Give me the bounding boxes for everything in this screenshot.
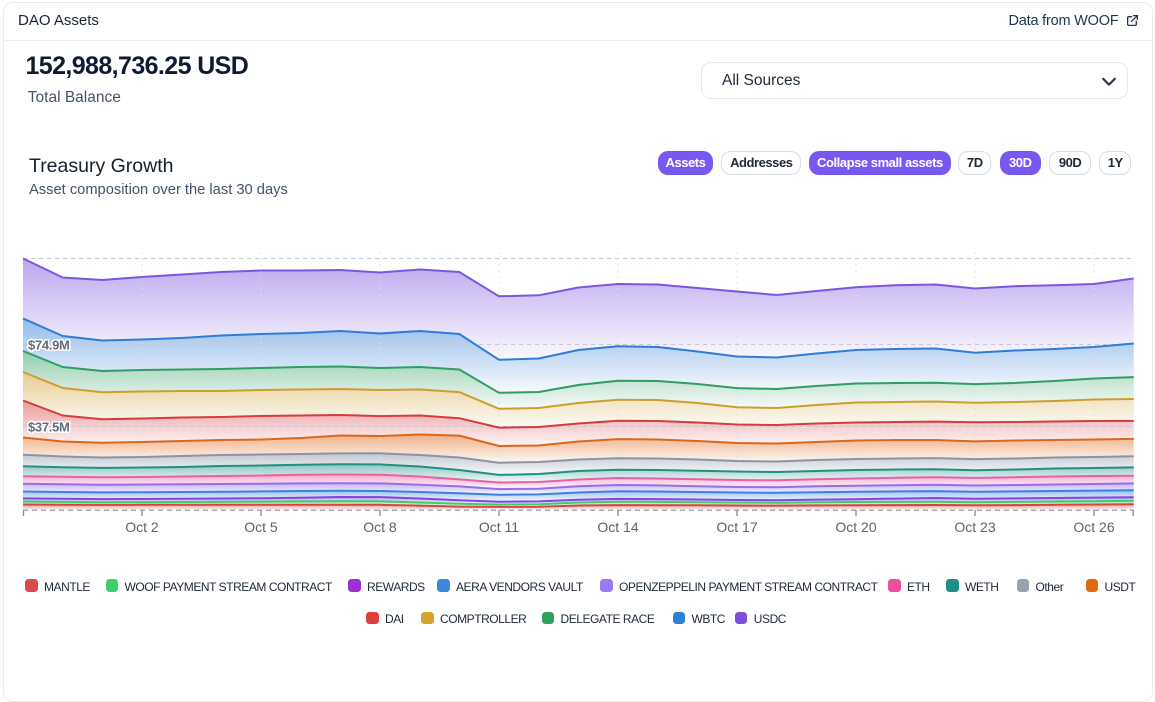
svg-text:Oct 20: Oct 20 [835, 519, 876, 535]
svg-text:Oct 5: Oct 5 [244, 519, 278, 535]
svg-text:Oct 26: Oct 26 [1073, 519, 1114, 535]
svg-text:Oct 17: Oct 17 [716, 519, 757, 535]
svg-text:$37.5M: $37.5M [28, 420, 70, 435]
svg-text:Oct 11: Oct 11 [479, 519, 519, 535]
svg-text:Oct 8: Oct 8 [363, 519, 397, 535]
svg-text:$74.9M: $74.9M [28, 338, 70, 353]
svg-text:Oct 14: Oct 14 [597, 519, 638, 535]
svg-text:Oct 2: Oct 2 [125, 519, 159, 535]
svg-text:Oct 23: Oct 23 [954, 519, 995, 535]
